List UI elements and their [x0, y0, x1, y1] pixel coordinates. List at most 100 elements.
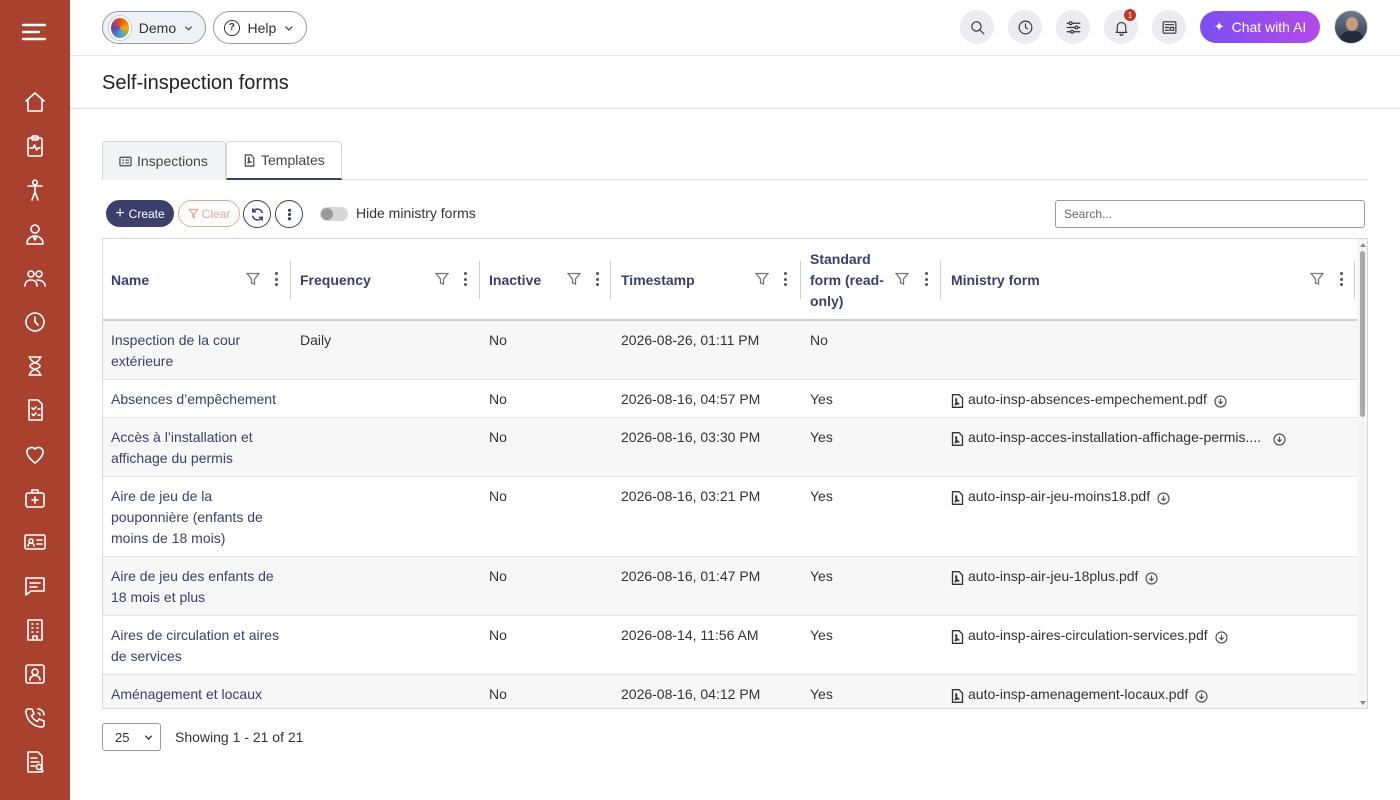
ministry-file-link[interactable]: auto-insp-absences-empechement.pdf	[968, 389, 1207, 410]
tab-bar: Inspections Templates	[102, 141, 1368, 180]
home-icon[interactable]	[21, 88, 49, 116]
tab-inspections[interactable]: Inspections	[102, 141, 226, 180]
report-icon[interactable]	[21, 748, 49, 776]
page-header: Self-inspection forms	[70, 56, 1400, 109]
column-separator[interactable]	[800, 261, 801, 299]
filter-icon[interactable]	[894, 272, 910, 286]
top-bar: Demo ? Help 1 ✦ Chat with AI	[70, 0, 1400, 56]
first-aid-icon[interactable]	[21, 484, 49, 512]
menu-toggle-icon[interactable]	[20, 18, 50, 46]
scroll-up-arrow[interactable]	[1360, 243, 1366, 247]
search-input[interactable]	[1055, 200, 1365, 228]
help-menu[interactable]: ? Help	[213, 11, 307, 44]
name-cell[interactable]: Inspection de la cour extérieure	[111, 330, 281, 372]
name-cell[interactable]: Aire de jeu des enfants de 18 mois et pl…	[111, 566, 281, 608]
staff-icon[interactable]	[21, 220, 49, 248]
column-menu-icon[interactable]	[1338, 272, 1344, 286]
search-button[interactable]	[960, 10, 994, 44]
hide-ministry-forms-toggle[interactable]	[320, 207, 348, 221]
id-card-icon[interactable]	[21, 528, 49, 556]
settings-sliders-button[interactable]	[1056, 10, 1090, 44]
organization-selector[interactable]: Demo	[102, 11, 206, 44]
clock-icon[interactable]	[21, 308, 49, 336]
news-button[interactable]	[1152, 10, 1186, 44]
create-button[interactable]: + Create	[106, 200, 174, 227]
inactive-cell: No	[489, 568, 507, 584]
checklist-icon[interactable]	[21, 396, 49, 424]
column-separator[interactable]	[479, 261, 480, 299]
column-menu-icon[interactable]	[782, 272, 788, 286]
child-icon[interactable]	[21, 176, 49, 204]
standard-form-cell: Yes	[810, 391, 833, 407]
table-row[interactable]: Inspection de la cour extérieure Daily N…	[103, 321, 1357, 380]
help-icon: ?	[224, 19, 240, 36]
column-menu-icon[interactable]	[462, 272, 468, 286]
history-button[interactable]	[1008, 10, 1042, 44]
column-menu-icon[interactable]	[594, 272, 600, 286]
scroll-thumb[interactable]	[1360, 251, 1365, 417]
contact-card-icon[interactable]	[21, 660, 49, 688]
ministry-file-link[interactable]: auto-insp-air-jeu-18plus.pdf	[968, 566, 1138, 587]
pdf-file-icon	[951, 688, 964, 703]
table-row[interactable]: Aménagement et locaux No 2026-08-16, 04:…	[103, 675, 1357, 708]
more-options-button[interactable]	[275, 200, 303, 228]
chat-icon[interactable]	[21, 572, 49, 600]
table-row[interactable]: Aire de jeu de la pouponnière (enfants d…	[103, 477, 1357, 557]
column-header-frequency[interactable]: Frequency	[292, 239, 479, 321]
pdf-file-icon	[951, 629, 964, 644]
grid-scrollbar[interactable]	[1357, 239, 1367, 708]
building-icon[interactable]	[21, 616, 49, 644]
clipboard-pulse-icon[interactable]	[21, 132, 49, 160]
ministry-file-link[interactable]: auto-insp-air-jeu-moins18.pdf	[968, 486, 1150, 507]
column-separator[interactable]	[940, 261, 941, 299]
column-header-ministry-form[interactable]: Ministry form	[943, 239, 1303, 321]
download-icon[interactable]	[1157, 490, 1170, 505]
download-icon[interactable]	[1145, 570, 1159, 585]
table-row[interactable]: Aire de jeu des enfants de 18 mois et pl…	[103, 557, 1357, 616]
user-avatar[interactable]	[1334, 10, 1368, 44]
ministry-file-link[interactable]: auto-insp-acces-installation-affichage-p…	[968, 427, 1261, 448]
name-cell[interactable]: Aménagement et locaux	[111, 684, 301, 705]
clear-filters-button[interactable]: Clear	[178, 200, 240, 227]
table-row[interactable]: Absences d’empêchement No 2026-08-16, 04…	[103, 380, 1357, 418]
filter-icon[interactable]	[754, 272, 770, 286]
filter-icon[interactable]	[245, 272, 261, 286]
name-cell[interactable]: Absences d’empêchement	[111, 389, 301, 410]
name-cell[interactable]: Aires de circulation et aires de service…	[111, 625, 281, 667]
tab-templates[interactable]: Templates	[226, 141, 342, 180]
column-separator[interactable]	[610, 261, 611, 299]
column-separator[interactable]	[290, 261, 291, 299]
table-row[interactable]: Aires de circulation et aires de service…	[103, 616, 1357, 675]
filter-icon[interactable]	[1309, 272, 1325, 286]
heart-icon[interactable]	[21, 440, 49, 468]
timestamp-cell: 2026-08-16, 03:21 PM	[621, 488, 761, 504]
column-header-name[interactable]: Name	[103, 239, 290, 321]
grid-body: Inspection de la cour extérieure Daily N…	[103, 321, 1357, 708]
name-cell[interactable]: Accès à l’installation et affichage du p…	[111, 427, 281, 469]
phone-icon[interactable]	[21, 704, 49, 732]
sidebar	[0, 0, 70, 800]
column-header-inactive[interactable]: Inactive	[481, 239, 609, 321]
filter-icon[interactable]	[434, 272, 450, 286]
column-separator[interactable]	[1354, 261, 1355, 299]
page-size-select[interactable]: 25	[102, 723, 161, 751]
notifications-button[interactable]: 1	[1104, 9, 1138, 44]
download-icon[interactable]	[1195, 688, 1208, 703]
name-cell[interactable]: Aire de jeu de la pouponnière (enfants d…	[111, 486, 281, 549]
column-header-standard-form[interactable]: Standard form (read-only)	[802, 239, 892, 321]
group-icon[interactable]	[21, 264, 49, 292]
ministry-file-link[interactable]: auto-insp-aires-circulation-services.pdf	[968, 625, 1208, 646]
download-icon[interactable]	[1214, 393, 1227, 408]
ministry-file-link[interactable]: auto-insp-amenagement-locaux.pdf	[968, 684, 1188, 705]
chat-with-ai-button[interactable]: ✦ Chat with AI	[1200, 11, 1320, 43]
column-menu-icon[interactable]	[273, 272, 279, 286]
table-row[interactable]: Accès à l’installation et affichage du p…	[103, 418, 1357, 477]
scroll-down-arrow[interactable]	[1360, 701, 1366, 705]
download-icon[interactable]	[1215, 629, 1228, 644]
refresh-button[interactable]	[243, 200, 271, 228]
column-menu-icon[interactable]	[923, 272, 929, 286]
hourglass-icon[interactable]	[21, 352, 49, 380]
column-header-timestamp[interactable]: Timestamp	[613, 239, 800, 321]
download-icon[interactable]	[1273, 431, 1286, 446]
filter-icon[interactable]	[566, 272, 582, 286]
